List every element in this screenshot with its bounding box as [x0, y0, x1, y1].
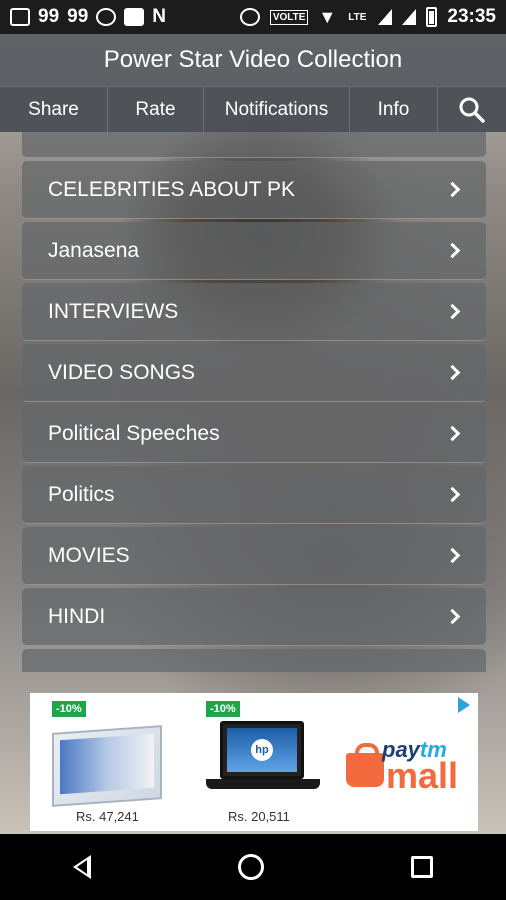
list-item[interactable]: HINDI [22, 588, 486, 646]
list-item-label: MOVIES [48, 543, 130, 567]
chevron-right-icon [444, 303, 461, 320]
category-list: CELEBRITIES ABOUT PK Janasena INTERVIEWS… [22, 132, 486, 672]
list-item-label: CELEBRITIES ABOUT PK [48, 177, 296, 201]
nav-info-button[interactable]: Info [350, 86, 438, 133]
list-item[interactable]: VIDEO SONGS [22, 344, 486, 402]
list-item-label: HINDI [48, 604, 106, 628]
lte-label: LTE [348, 11, 367, 23]
hp-logo: hp [251, 739, 273, 761]
list-item[interactable]: CELEBRITIES ABOUT PK [22, 161, 486, 219]
chevron-right-icon [444, 364, 461, 381]
n-app-icon: N [152, 6, 167, 27]
list-item[interactable]: MOVIES [22, 527, 486, 585]
skype-icon [96, 8, 117, 26]
nav-share-button[interactable]: Share [0, 86, 108, 133]
recents-icon[interactable] [410, 856, 433, 878]
signal-icon-2 [402, 9, 417, 25]
list-item[interactable]: INTERVIEWS [22, 283, 486, 341]
notification-count-1: 99 [38, 6, 60, 27]
chevron-right-icon [444, 486, 461, 503]
list-item[interactable]: Janasena [22, 222, 486, 280]
hp-laptop-image: hp [220, 721, 304, 779]
laptop-image [52, 725, 162, 807]
signal-icon-1 [378, 9, 393, 25]
price-label: Rs. 20,511 [228, 809, 290, 824]
app-title: Power Star Video Collection [0, 34, 506, 86]
chevron-right-icon [444, 242, 461, 259]
list-item-label: INTERVIEWS [48, 299, 179, 323]
system-navigation-bar [0, 834, 506, 900]
mall-logo-text: mall [386, 755, 459, 796]
list-item-label: Janasena [48, 238, 140, 262]
status-bar: 99 99 N VOLTE ▼ LTE 23:35 [0, 0, 506, 34]
chat-notification-icon [10, 8, 30, 26]
chevron-right-icon [444, 608, 461, 625]
chevron-right-icon [444, 425, 461, 442]
price-label: Rs. 47,241 [76, 809, 139, 824]
discount-badge: -10% [52, 701, 86, 717]
battery-icon [426, 7, 438, 27]
list-item-partial[interactable] [22, 649, 486, 672]
back-icon[interactable] [73, 855, 92, 879]
search-button[interactable] [438, 87, 506, 133]
ad-banner[interactable]: -10% Rs. 47,241 -10% hp Rs. 20,511 paytm… [30, 693, 478, 831]
discount-badge: -10% [206, 701, 240, 717]
adchoices-icon[interactable] [458, 697, 470, 713]
notification-count-2: 99 [67, 6, 89, 27]
list-item-label: Political Speeches [48, 421, 220, 445]
shopping-bag-icon [346, 743, 384, 787]
list-item-label: VIDEO SONGS [48, 360, 196, 384]
chevron-right-icon [444, 547, 461, 564]
home-icon[interactable] [237, 854, 264, 880]
wifi-icon: ▼ [318, 6, 337, 27]
volte-badge: VOLTE [269, 9, 309, 25]
clock-time: 23:35 [447, 6, 496, 27]
chevron-right-icon [444, 181, 461, 198]
list-item-partial[interactable] [22, 132, 486, 158]
list-item[interactable]: Political Speeches [22, 405, 486, 463]
top-nav: Share Rate Notifications Info [0, 86, 506, 133]
list-item[interactable]: Politics [22, 466, 486, 524]
nav-rate-button[interactable]: Rate [108, 86, 204, 133]
search-icon [459, 97, 485, 123]
laptop-base [206, 779, 320, 789]
list-item-label: Politics [48, 482, 115, 506]
alarm-icon [239, 8, 260, 26]
nav-notifications-button[interactable]: Notifications [204, 86, 350, 133]
news-app-icon [124, 8, 145, 26]
